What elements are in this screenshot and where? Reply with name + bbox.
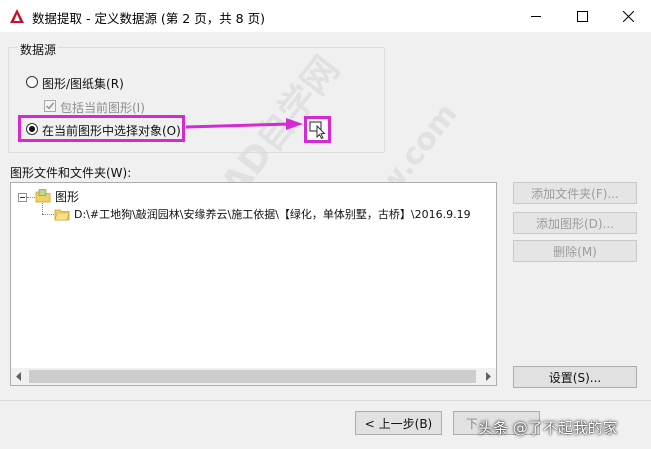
remove-button[interactable]: 删除(M) — [513, 240, 637, 262]
checkmark-icon — [46, 102, 55, 110]
folder-icon — [54, 209, 70, 221]
add-drawing-button[interactable]: 添加图形(D)... — [513, 212, 637, 234]
maximize-button[interactable] — [559, 0, 605, 32]
back-button[interactable]: < 上一步(B) — [355, 411, 442, 435]
collapse-toggle[interactable] — [18, 193, 27, 202]
include-current-checkbox — [44, 100, 56, 112]
settings-button[interactable]: 设置(S)... — [513, 366, 637, 388]
autocad-logo-icon — [10, 9, 24, 23]
minimize-button[interactable] — [513, 0, 559, 32]
select-objects-radio[interactable] — [26, 123, 38, 135]
tree-item-folder-label: D:\#工地狗\敲润园林\安缘养云\施工依据\【绿化，单体别墅，古桥】\2016… — [74, 208, 471, 221]
close-button[interactable] — [605, 0, 651, 32]
title-bar: 数据提取 - 定义数据源 (第 2 页，共 8 页) — [0, 0, 651, 32]
scrollbar-thumb[interactable] — [29, 370, 476, 383]
select-objects-icon — [309, 121, 326, 140]
drawings-radio-label[interactable]: 图形/图纸集(R) — [42, 75, 124, 92]
window-title: 数据提取 - 定义数据源 (第 2 页，共 8 页) — [32, 11, 265, 26]
scroll-left-icon — [16, 372, 21, 381]
select-objects-button[interactable] — [304, 116, 331, 143]
folder-icon — [35, 189, 51, 203]
add-folder-button[interactable]: 添加文件夹(F)... — [513, 182, 637, 204]
tree-item-root[interactable]: 图形 — [35, 187, 79, 205]
tree-item-root-label: 图形 — [55, 189, 80, 204]
overlay-credit-text: 头条 @了不起我的家 — [478, 418, 618, 437]
footer-divider — [0, 400, 651, 401]
maximize-icon — [576, 10, 588, 22]
tree-item-folder[interactable]: D:\#工地狗\敲润园林\安缘养云\施工依据\【绿化，单体别墅，古桥】\2016… — [54, 205, 471, 223]
close-icon — [622, 10, 634, 22]
select-objects-radio-label[interactable]: 在当前图形中选择对象(O) — [42, 122, 181, 139]
scroll-right-icon — [486, 372, 491, 381]
arrow-annotation — [186, 118, 303, 130]
files-label: 图形文件和文件夹(W): — [10, 166, 132, 180]
overlay-credit: 头条 @了不起我的家 — [478, 410, 651, 444]
horizontal-scrollbar[interactable] — [11, 368, 496, 385]
drawings-radio[interactable] — [26, 76, 38, 88]
minimize-icon — [530, 15, 541, 17]
files-tree[interactable]: 图形 D:\#工地狗\敲润园林\安缘养云\施工依据\【绿化，单体别墅，古桥】\2… — [10, 182, 497, 386]
include-current-label: 包括当前图形(I) — [60, 101, 145, 115]
data-source-legend: 数据源 — [18, 41, 59, 58]
